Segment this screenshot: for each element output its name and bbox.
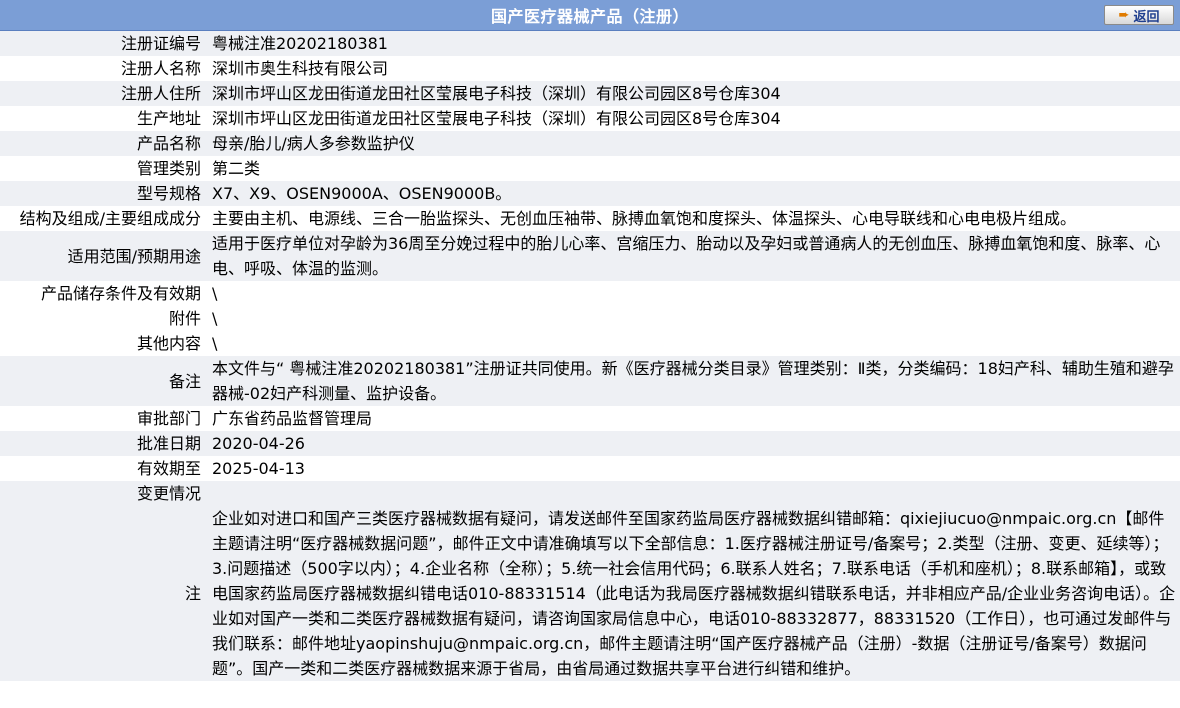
page-title: 国产医疗器械产品（注册） xyxy=(490,7,689,26)
field-value: 第二类 xyxy=(203,156,1180,181)
field-value: \ xyxy=(203,331,1180,356)
row-note: 注 企业如对进口和国产三类医疗器械数据有疑问，请发送邮件至国家药监局医疗器械数据… xyxy=(0,506,1180,681)
row-approval-date: 批准日期 2020-04-26 xyxy=(0,431,1180,456)
note-label: 注 xyxy=(0,506,203,681)
field-value: 适用于医疗单位对孕龄为36周至分娩过程中的胎儿心率、宫缩压力、胎动以及孕妇或普通… xyxy=(203,231,1180,281)
field-label: 管理类别 xyxy=(0,156,203,181)
row-production-address: 生产地址 深圳市坪山区龙田街道龙田社区莹展电子科技（深圳）有限公司园区8号仓库3… xyxy=(0,106,1180,131)
row-registrant-name: 注册人名称 深圳市奥生科技有限公司 xyxy=(0,56,1180,81)
row-change-status: 变更情况 xyxy=(0,481,1180,506)
row-other-content: 其他内容 \ xyxy=(0,331,1180,356)
field-value: 主要由主机、电源线、三合一胎监探头、无创血压袖带、脉搏血氧饱和度探头、体温探头、… xyxy=(203,206,1180,231)
row-model-spec: 型号规格 X7、X9、OSEN9000A、OSEN9000B。 xyxy=(0,181,1180,206)
note-text: 企业如对进口和国产三类医疗器械数据有疑问，请发送邮件至国家药监局医疗器械数据纠错… xyxy=(203,506,1180,681)
row-management-category: 管理类别 第二类 xyxy=(0,156,1180,181)
product-info-table: 注册证编号 粤械注准20202180381 注册人名称 深圳市奥生科技有限公司 … xyxy=(0,31,1180,681)
back-button-label: 返回 xyxy=(1133,9,1160,25)
field-value: 广东省药品监督管理局 xyxy=(203,406,1180,431)
row-product-name: 产品名称 母亲/胎儿/病人多参数监护仪 xyxy=(0,131,1180,156)
row-valid-until: 有效期至 2025-04-13 xyxy=(0,456,1180,481)
row-remarks: 备注 本文件与“ 粤械注准20202180381”注册证共同使用。新《医疗器械分… xyxy=(0,356,1180,406)
field-value xyxy=(203,481,1180,506)
field-label: 批准日期 xyxy=(0,431,203,456)
field-label: 结构及组成/主要组成成分 xyxy=(0,206,203,231)
field-value: 深圳市坪山区龙田街道龙田社区莹展电子科技（深圳）有限公司园区8号仓库304 xyxy=(203,81,1180,106)
row-approval-department: 审批部门 广东省药品监督管理局 xyxy=(0,406,1180,431)
row-storage-conditions: 产品储存条件及有效期 \ xyxy=(0,281,1180,306)
title-bar: 国产医疗器械产品（注册） ➨ 返回 xyxy=(0,0,1180,31)
field-value: \ xyxy=(203,281,1180,306)
row-structure-composition: 结构及组成/主要组成成分 主要由主机、电源线、三合一胎监探头、无创血压袖带、脉搏… xyxy=(0,206,1180,231)
field-label: 适用范围/预期用途 xyxy=(0,231,203,281)
row-attachments: 附件 \ xyxy=(0,306,1180,331)
field-label: 附件 xyxy=(0,306,203,331)
row-registrant-address: 注册人住所 深圳市坪山区龙田街道龙田社区莹展电子科技（深圳）有限公司园区8号仓库… xyxy=(0,81,1180,106)
field-label: 变更情况 xyxy=(0,481,203,506)
field-label: 生产地址 xyxy=(0,106,203,131)
row-registration-number: 注册证编号 粤械注准20202180381 xyxy=(0,31,1180,56)
field-value: 母亲/胎儿/病人多参数监护仪 xyxy=(203,131,1180,156)
row-intended-use: 适用范围/预期用途 适用于医疗单位对孕龄为36周至分娩过程中的胎儿心率、宫缩压力… xyxy=(0,231,1180,281)
field-value: X7、X9、OSEN9000A、OSEN9000B。 xyxy=(203,181,1180,206)
field-label: 注册人名称 xyxy=(0,56,203,81)
field-label: 型号规格 xyxy=(0,181,203,206)
field-label: 注册证编号 xyxy=(0,31,203,56)
field-label: 备注 xyxy=(0,356,203,406)
field-value: 深圳市奥生科技有限公司 xyxy=(203,56,1180,81)
field-value: 2020-04-26 xyxy=(203,431,1180,456)
arrow-right-icon: ➨ xyxy=(1118,7,1130,23)
field-value: 粤械注准20202180381 xyxy=(203,31,1180,56)
back-button[interactable]: ➨ 返回 xyxy=(1104,5,1174,25)
field-label: 有效期至 xyxy=(0,456,203,481)
field-value: \ xyxy=(203,306,1180,331)
field-label: 注册人住所 xyxy=(0,81,203,106)
field-label: 审批部门 xyxy=(0,406,203,431)
field-value: 深圳市坪山区龙田街道龙田社区莹展电子科技（深圳）有限公司园区8号仓库304 xyxy=(203,106,1180,131)
field-label: 其他内容 xyxy=(0,331,203,356)
field-value: 本文件与“ 粤械注准20202180381”注册证共同使用。新《医疗器械分类目录… xyxy=(203,356,1180,406)
field-value: 2025-04-13 xyxy=(203,456,1180,481)
field-label: 产品名称 xyxy=(0,131,203,156)
field-label: 产品储存条件及有效期 xyxy=(0,281,203,306)
